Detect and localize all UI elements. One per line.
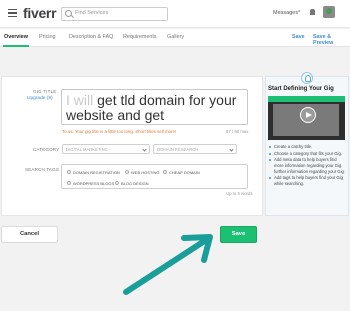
chevron-down-icon: [229, 147, 234, 152]
tag-chip[interactable]: DOMAIN REGISTRATION: [65, 168, 122, 176]
subcategory-select[interactable]: DOMAIN RESEARCH: [153, 144, 237, 154]
tips-list: Create a catchy title. Choose a category…: [269, 144, 346, 188]
tag-label: WORDPRESS BLOGS: [73, 181, 115, 186]
tag-label: CHEAP DOMAIN: [169, 170, 200, 175]
subcategory-value: DOMAIN RESEARCH: [157, 147, 199, 152]
tag-chip[interactable]: BLOG DESIGN: [113, 179, 151, 187]
tab-overview[interactable]: Overview: [4, 34, 28, 40]
fiverr-logo[interactable]: fiverr: [23, 5, 57, 21]
tab-requirements[interactable]: Requirements: [123, 34, 157, 40]
save-button[interactable]: Save: [220, 226, 257, 243]
messages-link[interactable]: Messages°: [273, 10, 300, 16]
remove-tag-icon[interactable]: [67, 181, 71, 185]
chevron-down-icon: [142, 147, 147, 152]
category-value: DIGITAL MARKETING: [66, 147, 108, 152]
hamburger-icon[interactable]: [8, 9, 17, 18]
gig-title-field[interactable]: I will get tld domain for your website a…: [61, 89, 248, 125]
tags-limit: Up to 5 words: [226, 191, 253, 196]
tag-label: BLOG DESIGN: [121, 181, 149, 186]
upgrade-link[interactable]: Upgrade (8): [27, 96, 53, 101]
category-select[interactable]: DIGITAL MARKETING: [62, 144, 150, 154]
search-input[interactable]: Find Services: [61, 7, 168, 21]
remove-tag-icon[interactable]: [67, 170, 71, 174]
gig-title-label: GIG TITLE: [33, 89, 57, 94]
video-header: [268, 96, 345, 102]
list-item: Create a catchy title.: [269, 144, 346, 150]
cancel-button[interactable]: Cancel: [1, 226, 58, 243]
tag-label: WEB HOSTING: [131, 170, 160, 175]
search-icon: [65, 10, 72, 17]
title-prefix: I will: [66, 92, 94, 108]
tag-chip[interactable]: WORDPRESS BLOGS: [65, 179, 116, 187]
tag-label: DOMAIN REGISTRATION: [73, 170, 120, 175]
avatar[interactable]: [323, 6, 335, 18]
search-tags-label: SEARCH TAGS: [25, 167, 60, 172]
title-warning: To us: Your gig title is a little too lo…: [62, 129, 177, 134]
top-bar: fiverr Find Services Messages°: [0, 0, 350, 28]
tag-chip[interactable]: CHEAP DOMAIN: [161, 168, 202, 176]
tab-gallery[interactable]: Gallery: [167, 34, 184, 40]
search-placeholder: Find Services: [75, 10, 109, 16]
pointer-arrow-icon: [123, 234, 213, 295]
save-preview-link[interactable]: Save & Preview: [313, 34, 350, 46]
list-item: Add meta data to help buyers find more i…: [269, 157, 346, 174]
category-label: CATEGORY: [33, 147, 60, 152]
play-icon[interactable]: [300, 107, 316, 123]
notification-icon[interactable]: [310, 9, 315, 15]
remove-tag-icon[interactable]: [115, 181, 119, 185]
title-counter: 87 / 80 max: [226, 129, 249, 134]
active-tab-indicator: [3, 45, 29, 47]
tab-pricing[interactable]: Pricing: [39, 34, 55, 40]
search-tags-field[interactable]: DOMAIN REGISTRATION WEB HOSTING CHEAP DO…: [61, 164, 248, 189]
list-item: Choose a category that fits your Gig.: [269, 151, 346, 157]
remove-tag-icon[interactable]: [163, 170, 167, 174]
gig-overview-form: GIG TITLE Upgrade (8) I will get tld dom…: [1, 76, 263, 216]
remove-tag-icon[interactable]: [125, 170, 129, 174]
gig-tabs: Overview Pricing Description & FAQ Requi…: [0, 29, 350, 47]
save-link[interactable]: Save: [292, 34, 305, 40]
tab-description-faq[interactable]: Description & FAQ: [69, 34, 113, 40]
tag-chip[interactable]: WEB HOSTING: [123, 168, 161, 176]
lightbulb-icon: [301, 72, 313, 84]
list-item: Add tags to help buyers find your Gig wh…: [269, 175, 346, 187]
sidebar-title: Start Defining Your Gig: [268, 86, 334, 92]
